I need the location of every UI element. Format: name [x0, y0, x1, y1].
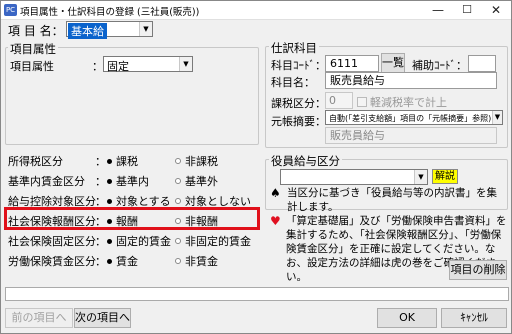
checkbox-icon [357, 97, 367, 107]
account-name-label: 科目名： [271, 76, 315, 89]
item-attribute-group-label: 項目属性 [8, 41, 58, 57]
chevron-down-icon: ▼ [139, 22, 152, 36]
social-insurance-fixed-label: 社会保険固定区分 [8, 235, 96, 248]
chevron-down-icon: ▼ [492, 111, 502, 124]
radio-unselected-icon [175, 178, 181, 184]
radio-fixed-wage[interactable]: 固定的賃金 [107, 233, 171, 249]
tax-class-input[interactable]: 0 [325, 92, 353, 109]
item-name-select[interactable]: 基本給 ▼ [66, 21, 153, 39]
reduced-tax-checkbox[interactable]: 軽減税率で計上 [357, 94, 447, 110]
item-attribute-select[interactable]: 固定 ▼ [103, 56, 193, 73]
cancel-button[interactable]: ｷｬﾝｾﾙ [441, 308, 507, 328]
officer-group-label: 役員給与区分 [269, 153, 342, 169]
tax-class-label: 課税区分： [271, 97, 326, 110]
delete-item-button[interactable]: 項目の削除 [449, 260, 507, 280]
radio-taxable[interactable]: 課税 [107, 153, 138, 169]
radio-wage[interactable]: 賃金 [107, 253, 138, 269]
radio-label: 賃金 [116, 255, 138, 268]
status-bar [5, 287, 509, 301]
app-icon: PC [4, 4, 17, 16]
chevron-down-icon: ▼ [414, 170, 427, 184]
radio-unselected-icon [175, 198, 181, 204]
ledger-summary-select[interactable]: 自動(「差引支給額」項目の「元帳摘要」参照) ▼ [325, 110, 503, 125]
radio-non-wage[interactable]: 非賃金 [175, 253, 218, 269]
officer-note: 当区分に基づき「役員給与等の内訳書」を集計します。 [287, 187, 497, 213]
item-name-label: 項 目 名： [8, 24, 64, 38]
account-code-input[interactable]: 6111 [325, 55, 379, 72]
radio-label: 非固定的賃金 [185, 235, 251, 248]
radio-selected-icon [107, 198, 112, 204]
account-code-label: 科目ｺｰﾄﾞ： [271, 59, 326, 72]
account-name-input[interactable]: 販売員給与 [325, 72, 497, 89]
radio-standard-out[interactable]: 基準外 [175, 173, 218, 189]
colon: ： [95, 175, 106, 188]
income-tax-label: 所得税区分 [8, 155, 63, 168]
radio-unselected-icon [175, 238, 181, 244]
item-attribute-value: 固定 [107, 60, 129, 73]
ledger-summary-label: 元帳摘要： [271, 115, 326, 128]
radio-selected-icon [107, 238, 112, 244]
explanation-button[interactable]: 解説 [432, 169, 458, 184]
radio-selected-icon [107, 178, 112, 184]
aux-code-label: 補助ｺｰﾄﾞ： [412, 59, 467, 72]
radio-unselected-icon [175, 258, 181, 264]
colon: ： [92, 60, 103, 73]
chevron-down-icon: ▼ [179, 57, 192, 71]
aux-code-input[interactable] [468, 55, 496, 72]
minimize-button[interactable]: — [424, 1, 452, 20]
prev-item-button[interactable]: 前の項目へ [5, 308, 73, 328]
reduced-tax-label: 軽減税率で計上 [370, 96, 447, 109]
radio-label: 基準内 [116, 175, 149, 188]
title-bar: PC 項目属性・仕訳科目の登録 (三社員(販売)) — ☐ ✕ [1, 1, 511, 20]
dialog-window: PC 項目属性・仕訳科目の登録 (三社員(販売)) — ☐ ✕ 項 目 名： 基… [0, 0, 512, 334]
highlight-box [4, 207, 260, 230]
maximize-button[interactable]: ☐ [453, 1, 481, 20]
radio-non-fixed-wage[interactable]: 非固定的賃金 [175, 233, 251, 249]
colon: ： [95, 255, 106, 268]
next-item-button[interactable]: 次の項目へ [74, 308, 131, 328]
ok-button[interactable]: OK [377, 308, 437, 328]
item-attribute-label: 項目属性 [10, 60, 54, 73]
officer-salary-select[interactable]: ▼ [280, 169, 428, 185]
radio-label: 非課税 [185, 155, 218, 168]
standard-wage-label: 基準内賃金区分 [8, 175, 85, 188]
radio-label: 基準外 [185, 175, 218, 188]
ledger-summary-value: 自動(「差引支給額」項目の「元帳摘要」参照) [329, 114, 492, 123]
radio-unselected-icon [175, 158, 181, 164]
radio-label: 固定的賃金 [116, 235, 171, 248]
colon: ： [95, 155, 106, 168]
window-title: 項目属性・仕訳科目の登録 (三社員(販売)) [20, 7, 200, 18]
colon: ： [95, 235, 106, 248]
heart-icon: ♥ [270, 214, 281, 228]
radio-label: 課税 [116, 155, 138, 168]
item-attribute-group: 項目属性 項目属性 ： 固定 ▼ [5, 41, 259, 145]
radio-selected-icon [107, 158, 112, 164]
radio-label: 非賃金 [185, 255, 218, 268]
close-button[interactable]: ✕ [482, 1, 510, 20]
journal-group-label: 仕訳科目 [269, 40, 319, 56]
labor-insurance-label: 労働保険賃金区分 [8, 255, 96, 268]
list-button[interactable]: 一覧 [381, 53, 405, 73]
radio-standard-in[interactable]: 基準内 [107, 173, 149, 189]
item-name-value: 基本給 [68, 23, 107, 39]
radio-selected-icon [107, 258, 112, 264]
radio-non-taxable[interactable]: 非課税 [175, 153, 218, 169]
ledger-summary-text: 販売員給与 [325, 127, 497, 144]
spade-icon: ♠ [270, 186, 281, 200]
